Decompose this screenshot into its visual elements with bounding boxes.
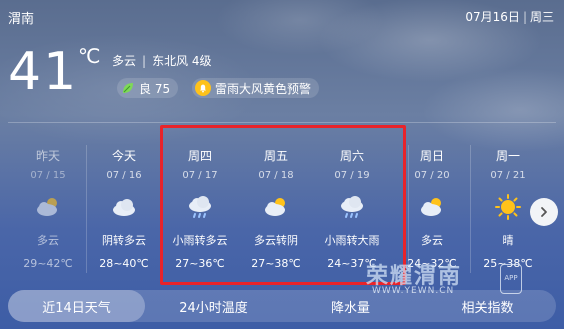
wind-text: 东北风 4级: [152, 54, 212, 68]
section-divider: [8, 122, 556, 123]
leaf-icon: [123, 83, 133, 93]
temperature-unit: ℃: [78, 44, 101, 68]
bell-alert-icon: [195, 80, 211, 96]
partly-cloudy-icon: [37, 198, 57, 216]
forecast-weekday: 今天: [111, 149, 136, 163]
tab-24-hour-temp[interactable]: 24小时温度: [145, 290, 282, 322]
forecast-date: 07 / 20: [414, 170, 450, 181]
forecast-desc: 多云转阴: [254, 234, 298, 247]
tab-14-day[interactable]: 近14日天气: [8, 290, 145, 322]
date-separator: |: [522, 10, 527, 24]
bottom-tabs: 近14日天气 24小时温度 降水量 相关指数: [8, 290, 556, 322]
forecast-desc: 晴: [502, 234, 514, 247]
cloudy-icon: [113, 199, 135, 216]
forecast-day[interactable]: 今天 07 / 16 阴转多云 28~40℃: [86, 125, 162, 283]
forecast-range: 24~32℃: [407, 257, 457, 270]
weather-alert-badge[interactable]: 雷雨大风黄色预警: [192, 78, 320, 98]
aqi-label: 良 75: [139, 81, 171, 96]
forecast-day[interactable]: 周四 07 / 17 小雨转多云 27~36℃: [162, 125, 238, 283]
forecast-range: 28~40℃: [99, 257, 149, 270]
tab-precipitation[interactable]: 降水量: [282, 290, 419, 322]
weekday-text: 周三: [529, 10, 554, 24]
current-date: 07月16日 | 周三: [465, 8, 554, 25]
condition-separator: |: [142, 54, 147, 68]
forecast-date: 07 / 18: [258, 170, 294, 181]
forecast-weekday: 昨天: [35, 149, 60, 163]
rain-icon: [189, 196, 211, 218]
partly-cloudy-icon: [421, 198, 441, 216]
forecast-day[interactable]: 昨天 07 / 15 多云 29~42℃: [10, 125, 86, 283]
forecast-desc: 多云: [37, 234, 59, 247]
city-name[interactable]: 渭南: [8, 8, 34, 27]
current-condition-line: 多云 | 东北风 4级: [112, 52, 212, 69]
forecast-strip: 昨天 07 / 15 多云 29~42℃ 今天 07 / 16 阴转多云 28~…: [0, 125, 564, 283]
current-temperature: 41: [8, 42, 79, 102]
forecast-day[interactable]: 周五 07 / 18 多云转阴 27~38℃: [238, 125, 314, 283]
air-quality-badge[interactable]: 良 75: [117, 78, 179, 98]
forecast-weekday: 周一: [495, 149, 520, 163]
forecast-weekday: 周日: [419, 149, 444, 163]
date-text: 07月16日: [465, 10, 520, 24]
forecast-desc: 小雨转大雨: [324, 234, 380, 247]
chevron-right-icon: [541, 207, 547, 217]
forecast-date: 07 / 17: [182, 170, 218, 181]
forecast-desc: 小雨转多云: [172, 234, 228, 247]
alert-label: 雷雨大风黄色预警: [215, 81, 312, 96]
forecast-date: 07 / 21: [490, 170, 526, 181]
rain-icon: [341, 196, 363, 218]
forecast-weekday: 周六: [339, 149, 364, 163]
forecast-day[interactable]: 周六 07 / 19 小雨转大雨 24~37℃: [314, 125, 390, 283]
forecast-date: 07 / 16: [106, 170, 142, 181]
forecast-range: 24~37℃: [327, 257, 377, 270]
condition-text: 多云: [112, 54, 137, 68]
forecast-weekday: 周五: [263, 149, 288, 163]
forecast-day[interactable]: 周日 07 / 20 多云 24~32℃: [394, 125, 470, 283]
forecast-desc: 阴转多云: [102, 234, 146, 247]
forecast-weekday: 周四: [187, 149, 212, 163]
forecast-range: 29~42℃: [23, 257, 73, 270]
forecast-date: 07 / 15: [30, 170, 66, 181]
forecast-desc: 多云: [421, 234, 443, 247]
forecast-date: 07 / 19: [334, 170, 370, 181]
next-days-button[interactable]: [530, 198, 558, 226]
sunny-icon: [495, 194, 521, 220]
forecast-range: 27~38℃: [251, 257, 301, 270]
forecast-range: 27~36℃: [175, 257, 225, 270]
tab-related-index[interactable]: 相关指数: [419, 290, 556, 322]
forecast-range: 25~38℃: [483, 257, 533, 270]
partly-cloudy-icon: [265, 198, 285, 216]
